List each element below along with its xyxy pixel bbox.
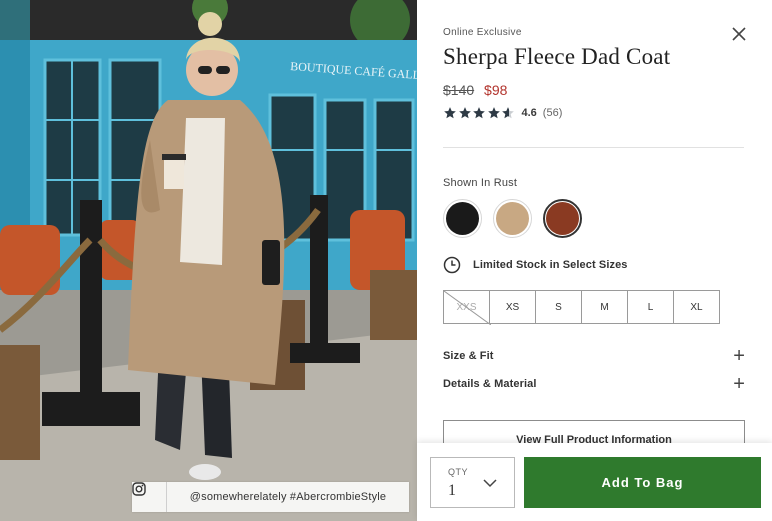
rating-stars — [443, 106, 516, 120]
unavailable-strike-icon — [444, 291, 491, 325]
price: $140 $98 — [443, 82, 507, 98]
size-label: XL — [690, 301, 703, 313]
accordion-label: Details & Material — [443, 378, 537, 390]
quickview-modal: BOUTIQUE CAFÉ GALLERY @somewherelately #… — [0, 0, 772, 521]
instagram-icon — [132, 482, 167, 512]
size-selector: XXS XS S M L XL — [443, 290, 720, 325]
chevron-down-icon — [483, 479, 497, 488]
rating[interactable]: 4.6 (56) — [443, 106, 562, 120]
qty-value: 1 — [448, 482, 456, 499]
size-option-l[interactable]: L — [627, 290, 674, 324]
size-option-xxs[interactable]: XXS — [443, 290, 491, 325]
star-icon — [458, 107, 471, 119]
divider — [443, 147, 744, 148]
quantity-select[interactable]: QTY 1 — [430, 457, 515, 508]
star-icon — [502, 107, 514, 119]
size-option-xl[interactable]: XL — [673, 290, 720, 324]
photo-credit[interactable]: @somewherelately #AbercrombieStyle — [132, 482, 409, 512]
size-option-m[interactable]: M — [581, 290, 628, 324]
online-exclusive-label: Online Exclusive — [443, 27, 522, 38]
size-option-xs[interactable]: XS — [489, 290, 536, 324]
product-photo: BOUTIQUE CAFÉ GALLERY @somewherelately #… — [0, 0, 417, 521]
swatch-color — [496, 202, 529, 235]
color-swatch-rust[interactable] — [543, 199, 582, 238]
stock-text: Limited Stock in Select Sizes — [473, 259, 628, 271]
close-icon — [732, 27, 746, 41]
stock-notice: Limited Stock in Select Sizes — [443, 256, 628, 274]
product-info-panel: Online Exclusive Sherpa Fleece Dad Coat … — [417, 0, 772, 521]
color-swatches — [443, 199, 582, 238]
sale-price: $98 — [484, 82, 508, 98]
clock-icon — [443, 256, 461, 274]
size-fit-accordion[interactable]: Size & Fit + — [443, 345, 745, 367]
photo-credit-text: @somewherelately #AbercrombieStyle — [189, 491, 387, 503]
accordion-label: Size & Fit — [443, 350, 494, 362]
size-option-s[interactable]: S — [535, 290, 582, 324]
photo-illustration: BOUTIQUE CAFÉ GALLERY — [0, 0, 417, 521]
swatch-color — [446, 202, 479, 235]
product-title: Sherpa Fleece Dad Coat — [443, 44, 671, 69]
color-swatch-tan[interactable] — [493, 199, 532, 238]
size-label: XS — [505, 301, 520, 313]
size-label: L — [647, 301, 654, 313]
review-count: (56) — [542, 107, 563, 119]
original-price: $140 — [443, 82, 475, 98]
star-icon — [444, 107, 456, 119]
plus-icon: + — [733, 345, 745, 367]
color-label: Shown In Rust — [443, 177, 518, 189]
color-swatch-black[interactable] — [443, 199, 482, 238]
add-to-bag-bar: QTY 1 Add To Bag — [417, 443, 772, 521]
size-label: M — [600, 301, 609, 313]
add-to-bag-button[interactable]: Add To Bag — [524, 457, 761, 508]
swatch-color — [546, 202, 579, 235]
rating-value: 4.6 — [521, 107, 537, 119]
close-button[interactable] — [729, 24, 749, 44]
star-icon — [487, 107, 500, 119]
details-material-accordion[interactable]: Details & Material + — [443, 373, 745, 395]
star-icon — [473, 107, 485, 119]
size-label: S — [555, 301, 562, 313]
plus-icon: + — [733, 373, 745, 395]
qty-label: QTY — [448, 467, 469, 477]
